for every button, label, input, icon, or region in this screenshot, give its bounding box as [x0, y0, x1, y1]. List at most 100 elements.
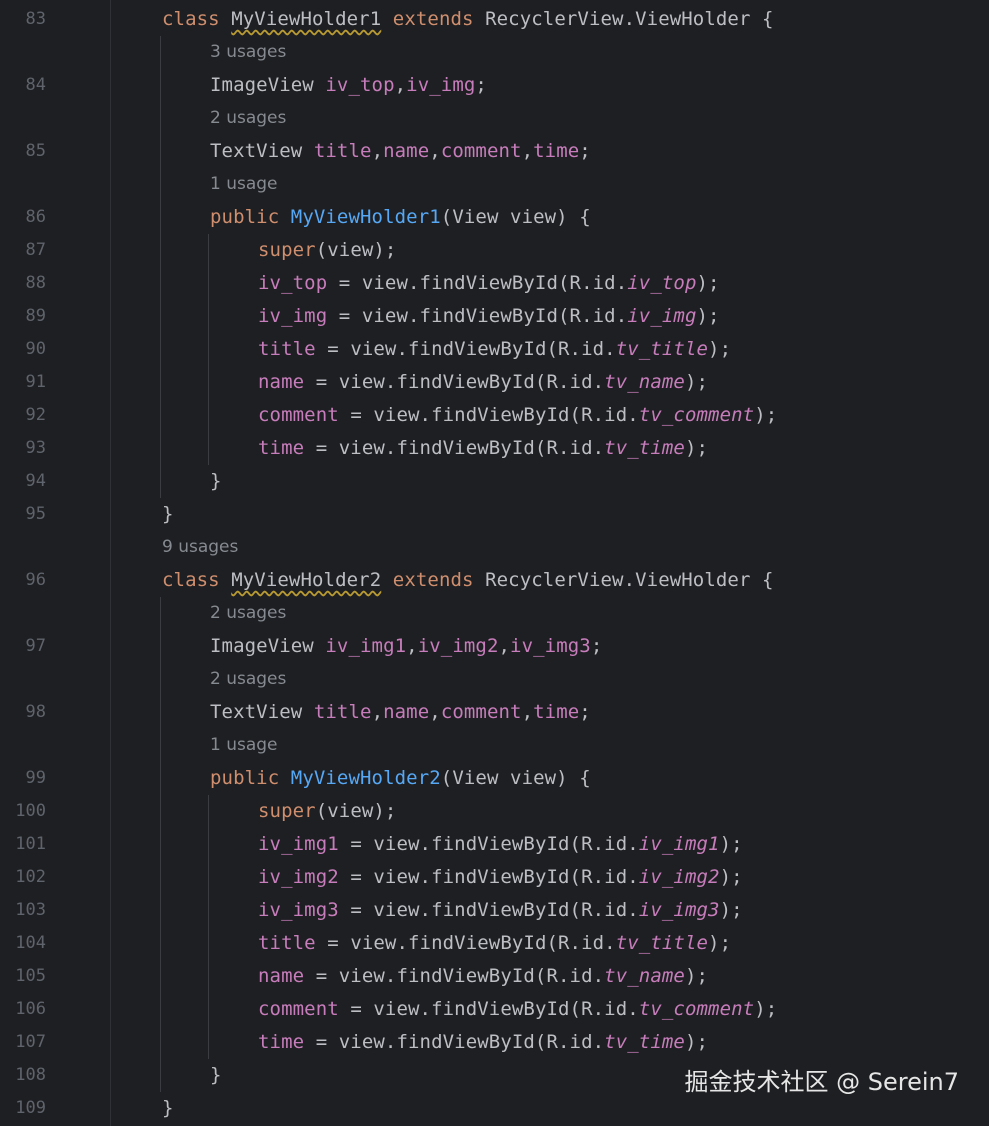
code-token: }: [210, 1064, 222, 1086]
code-line[interactable]: 95}: [0, 498, 989, 531]
code-line[interactable]: 91 name = view.findViewById(R.id.tv_name)…: [0, 366, 989, 399]
code-token: iv_img1: [638, 833, 720, 855]
code-line[interactable]: 102 iv_img2 = view.findViewById(R.id.iv_i…: [0, 861, 989, 894]
code-line[interactable]: 94}: [0, 465, 989, 498]
code-token: title: [258, 338, 316, 360]
code-token: iv_img: [258, 305, 328, 327]
code-text: comment = view.findViewById(R.id.tv_comm…: [258, 399, 777, 432]
code-line[interactable]: 100 super(view);: [0, 795, 989, 828]
code-token: MyViewHolder1: [290, 206, 441, 228]
code-token: );: [719, 833, 743, 855]
code-line[interactable]: 96 class MyViewHolder2 extends RecyclerVi…: [0, 564, 989, 597]
usage-hint[interactable]: 9 usages: [162, 531, 238, 564]
line-number: 91: [25, 372, 46, 392]
code-token: name: [383, 140, 430, 162]
code-line[interactable]: 101 iv_img1 = view.findViewById(R.id.iv_i…: [0, 828, 989, 861]
line-number: 98: [25, 702, 46, 722]
code-line[interactable]: 83 class MyViewHolder1 extends RecyclerVi…: [0, 3, 989, 36]
code-token: ;: [475, 74, 487, 96]
code-token: name: [258, 965, 305, 987]
usage-hint[interactable]: 1 usage: [210, 729, 278, 762]
line-number: 94: [25, 471, 46, 491]
usage-hint[interactable]: 2 usages: [210, 102, 286, 135]
code-editor[interactable]: 83 class MyViewHolder1 extends RecyclerVi…: [0, 0, 989, 1126]
code-token: tv_name: [604, 965, 685, 987]
code-text: public MyViewHolder2(View view) {: [210, 762, 591, 795]
code-token: class: [162, 8, 232, 30]
code-token: iv_top: [258, 272, 328, 294]
code-token: ,: [371, 140, 384, 162]
line-number: 108: [15, 1065, 46, 1085]
code-token: ;: [579, 140, 591, 162]
code-token: tv_name: [604, 371, 685, 393]
code-token: iv_img: [406, 74, 476, 96]
usage-hint[interactable]: 2 usages: [210, 597, 286, 630]
code-token: iv_img2: [417, 635, 499, 657]
code-token: iv_img2: [638, 866, 720, 888]
code-token: ,: [406, 635, 418, 657]
class-name-token: MyViewHolder1: [231, 8, 382, 30]
code-token: comment: [440, 140, 522, 162]
code-text: super(view);: [258, 234, 396, 267]
code-token: );: [719, 899, 743, 921]
line-number: 93: [25, 438, 46, 458]
code-line[interactable]: 84 ImageView iv_top,iv_img;: [0, 69, 989, 102]
code-token: iv_img2: [258, 866, 339, 888]
line-number: 92: [25, 405, 46, 425]
code-text: time = view.findViewById(R.id.tv_time);: [258, 1026, 708, 1059]
code-token: = view.findViewById(R.id.: [304, 371, 605, 393]
code-line[interactable]: 104 title = view.findViewById(R.id.tv_tit…: [0, 927, 989, 960]
code-token: = view.findViewById(R.id.: [327, 272, 628, 294]
code-line[interactable]: 107 time = view.findViewById(R.id.tv_time…: [0, 1026, 989, 1059]
code-token: ,: [371, 701, 384, 723]
code-line[interactable]: 98 TextView title,name,comment,time;: [0, 696, 989, 729]
usage-hint[interactable]: 2 usages: [210, 663, 286, 696]
code-token: time: [533, 140, 580, 162]
code-line[interactable]: 99 public MyViewHolder2(View view) {: [0, 762, 989, 795]
code-token: comment: [258, 998, 339, 1020]
usage-hint[interactable]: 1 usage: [210, 168, 278, 201]
code-text: time = view.findViewById(R.id.tv_time);: [258, 432, 708, 465]
code-token: TextView: [210, 701, 314, 723]
code-text: TextView title,name,comment,time;: [210, 135, 591, 168]
code-line[interactable]: 90 title = view.findViewById(R.id.tv_titl…: [0, 333, 989, 366]
code-token: = view.findViewById(R.id.: [338, 899, 639, 921]
code-token: public: [210, 206, 291, 228]
code-token: ImageView: [210, 74, 326, 96]
code-line[interactable]: 106 comment = view.findViewById(R.id.tv_c…: [0, 993, 989, 1026]
code-line[interactable]: 85 TextView title,name,comment,time;: [0, 135, 989, 168]
code-token: iv_img: [627, 305, 697, 327]
code-line[interactable]: 92 comment = view.findViewById(R.id.tv_co…: [0, 399, 989, 432]
code-token: );: [684, 371, 709, 393]
code-token: extends: [381, 569, 486, 591]
code-line[interactable]: 89 iv_img = view.findViewById(R.id.iv_img…: [0, 300, 989, 333]
code-token: public: [210, 767, 291, 789]
line-number: 102: [15, 867, 46, 887]
watermark: 掘金技术社区 @ Serein7: [684, 1068, 959, 1096]
code-token: title: [313, 140, 372, 162]
code-line[interactable]: 88 iv_top = view.findViewById(R.id.iv_top…: [0, 267, 989, 300]
code-token: TextView: [210, 140, 314, 162]
code-line[interactable]: 93 time = view.findViewById(R.id.tv_time)…: [0, 432, 989, 465]
code-token: = view.findViewById(R.id.: [315, 338, 616, 360]
line-number: 89: [25, 306, 46, 326]
code-token: time: [258, 1031, 305, 1053]
code-line[interactable]: 103 iv_img3 = view.findViewById(R.id.iv_i…: [0, 894, 989, 927]
code-token: extends: [381, 8, 486, 30]
code-line[interactable]: 87 super(view);: [0, 234, 989, 267]
code-line[interactable]: 105 name = view.findViewById(R.id.tv_name…: [0, 960, 989, 993]
code-token: = view.findViewById(R.id.: [304, 437, 605, 459]
line-number: 84: [25, 75, 46, 95]
code-token: = view.findViewById(R.id.: [327, 305, 628, 327]
code-token: tv_comment: [638, 998, 755, 1020]
line-number: 104: [15, 933, 46, 953]
code-token: = view.findViewById(R.id.: [304, 1031, 605, 1053]
code-token: tv_title: [615, 932, 709, 954]
code-token: ImageView: [210, 635, 326, 657]
code-token: MyViewHolder2: [290, 767, 441, 789]
line-number: 88: [25, 273, 46, 293]
usage-hint[interactable]: 3 usages: [210, 36, 286, 69]
line-number: 83: [25, 9, 46, 29]
code-line[interactable]: 97 ImageView iv_img1,iv_img2,iv_img3;: [0, 630, 989, 663]
code-line[interactable]: 86 public MyViewHolder1(View view) {: [0, 201, 989, 234]
